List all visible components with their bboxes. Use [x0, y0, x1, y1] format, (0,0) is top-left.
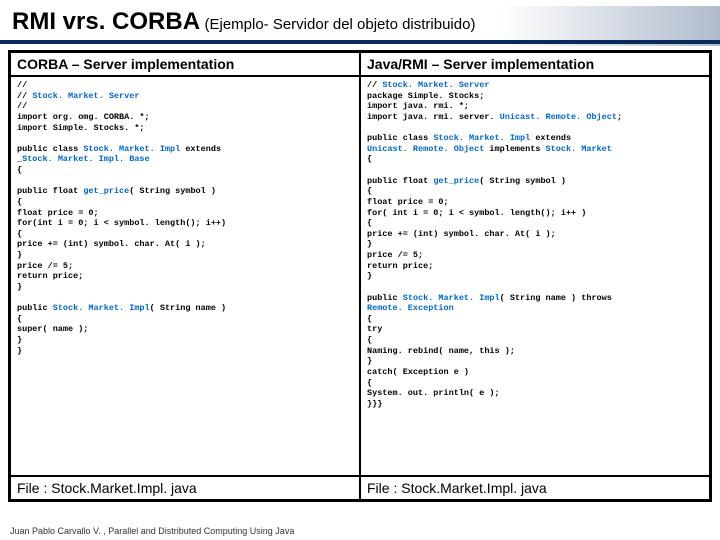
code-rmi-text: // Stock. Market. Server package Simple.… — [367, 80, 622, 409]
file-label-right: File : Stock.Market.Impl. java — [360, 476, 710, 500]
code-corba: // // Stock. Market. Server // import or… — [10, 76, 360, 476]
header-rmi: Java/RMI – Server implementation — [360, 52, 710, 76]
code-corba-text: // // Stock. Market. Server // import or… — [17, 80, 226, 356]
slide-footer: Juan Pablo Carvallo V. , Parallel and Di… — [10, 526, 294, 536]
file-label-left: File : Stock.Market.Impl. java — [10, 476, 360, 500]
comparison-table: CORBA – Server implementation Java/RMI –… — [8, 50, 712, 502]
slide-subtitle: (Ejemplo- Servidor del objeto distribuid… — [204, 16, 475, 33]
header-corba: CORBA – Server implementation — [10, 52, 360, 76]
slide-title-bar: RMI vrs. CORBA (Ejemplo- Servidor del ob… — [0, 0, 720, 44]
code-rmi: // Stock. Market. Server package Simple.… — [360, 76, 710, 476]
slide-title: RMI vrs. CORBA — [12, 8, 200, 35]
title-background-decoration — [500, 6, 720, 46]
